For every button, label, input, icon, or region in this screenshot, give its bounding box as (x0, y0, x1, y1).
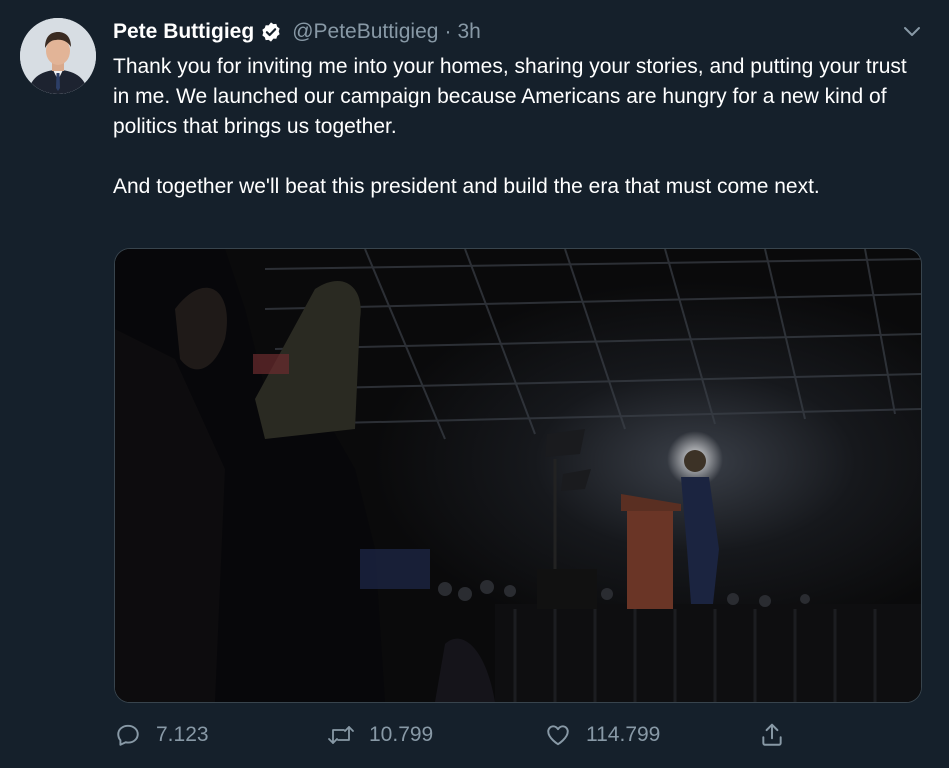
retweet-button[interactable]: 10.799 (327, 718, 433, 752)
tweet-paragraph: And together we'll beat this president a… (113, 175, 820, 198)
retweet-count: 10.799 (369, 723, 434, 746)
reply-count: 7.123 (156, 723, 209, 746)
avatar-image (20, 18, 96, 94)
tweet-actions: 7.123 10.799 114.799 (114, 718, 814, 752)
share-button[interactable] (758, 718, 786, 752)
display-name[interactable]: Pete Buttigieg (113, 20, 254, 44)
tweet-header: Pete Buttigieg @PeteButtigieg · 3h (113, 16, 481, 48)
tweet-text: Thank you for inviting me into your home… (113, 52, 913, 202)
reply-icon (114, 721, 142, 749)
timestamp[interactable]: 3h (457, 20, 480, 44)
retweet-icon (327, 721, 355, 749)
rally-photo (115, 249, 921, 702)
tweet-photo[interactable] (114, 248, 922, 703)
like-count: 114.799 (586, 723, 661, 746)
verified-badge-icon (260, 21, 282, 43)
handle[interactable]: @PeteButtigieg (292, 20, 438, 44)
separator-dot: · (444, 20, 452, 43)
tweet-paragraph: Thank you for inviting me into your home… (113, 55, 907, 138)
avatar[interactable] (20, 18, 96, 94)
like-button[interactable]: 114.799 (544, 718, 660, 752)
reply-button[interactable]: 7.123 (114, 718, 209, 752)
share-icon (758, 721, 786, 749)
chevron-down-icon[interactable] (901, 20, 923, 42)
heart-icon (544, 721, 572, 749)
